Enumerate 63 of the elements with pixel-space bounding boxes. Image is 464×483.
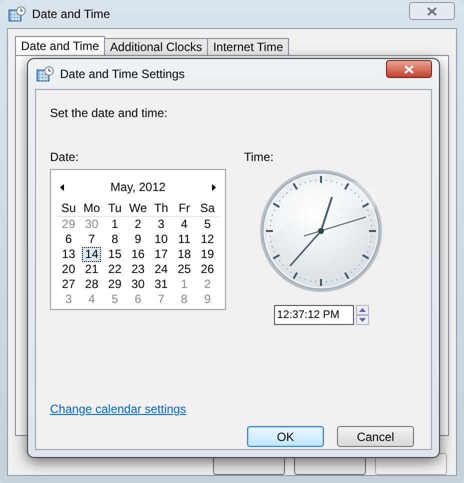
calendar-day[interactable]: 17 [150,247,172,262]
calendar-day[interactable]: 16 [127,247,149,262]
spin-down-button[interactable] [356,315,369,325]
time-field[interactable]: 12:37:12 PM [274,305,354,325]
calendar-day[interactable]: 21 [81,262,102,277]
calendar-day[interactable]: 8 [108,232,122,247]
calendar-day[interactable]: 5 [200,217,215,232]
calendar-day[interactable]: 28 [81,277,102,292]
calendar-day[interactable]: 27 [58,277,80,292]
calendar-clock-icon [8,6,26,22]
calendar-day[interactable]: 9 [130,232,146,247]
calendar-day[interactable]: 23 [127,262,149,277]
weekday-header: Su [60,201,77,216]
weekday-header: Tu [107,201,123,216]
calendar-day[interactable]: 1 [108,217,122,232]
calendar-day[interactable]: 20 [58,262,80,277]
weekday-header: We [128,201,148,216]
calendar-day[interactable]: 24 [150,262,172,277]
close-icon [404,64,414,74]
calendar-day[interactable]: 10 [150,232,172,247]
calendar-day[interactable]: 4 [176,217,192,232]
weekday-header: Sa [199,201,216,216]
calendar-day[interactable]: 19 [196,247,218,262]
calendar-day[interactable]: 3 [154,217,168,232]
calendar-day[interactable]: 22 [104,262,126,277]
spin-up-button[interactable] [356,305,369,315]
tab[interactable]: Date and Time [15,36,106,55]
weekday-header: Mo [82,201,102,216]
left-arrow-icon [60,184,64,190]
calendar-day[interactable]: 15 [104,247,126,262]
tab[interactable]: Additional Clocks [105,38,208,55]
weekday-header: Fr [178,201,191,216]
calendar-day[interactable]: 29 [104,277,126,292]
calendar-day[interactable]: 18 [174,247,195,262]
calendar-day[interactable]: 7 [84,232,100,247]
close-button[interactable] [386,60,432,78]
tab[interactable]: Internet Time [208,38,290,55]
month-header[interactable]: May, 2012 [110,178,166,196]
calendar-day[interactable]: 30 [127,277,149,292]
right-arrow-icon [212,184,216,190]
calendar-day[interactable]: 2 [130,217,146,232]
calendar-clock-icon [36,66,54,82]
dialog-title: Date and Time Settings [60,66,185,83]
down-arrow-icon [359,318,366,322]
close-icon [427,6,437,16]
up-arrow-icon [359,308,366,312]
calendar-day[interactable]: 26 [196,262,218,277]
calendar-day[interactable]: 11 [174,232,194,247]
calendar-day[interactable]: 13 [58,247,80,262]
instruction-text: Set the date and time: [50,105,168,122]
date-label: Date: [50,149,80,166]
time-label: Time: [244,149,275,166]
cancel-button[interactable]: Cancel [337,426,414,447]
calendar-day[interactable]: 12 [196,232,218,247]
calendar[interactable]: May, 2012 Su Mo Tu We Th Fr Sa 29 30 1 2 3 4 5 6 7 8 9 10 11 12 13 14 15 16 17 18 19 20 21 22 23 24 25 26 27 28 29 30 31 1 2 3 4 5 6 7 8 9 [50,169,226,310]
calendar-day[interactable]: 25 [174,262,195,277]
calendar-day[interactable]: 31 [150,277,172,292]
calendar-day[interactable]: 6 [61,232,76,247]
calendar-settings-link[interactable]: Change calendar settings [50,402,186,416]
window-title: Date and Time [32,6,110,23]
ok-button[interactable]: OK [247,426,324,447]
weekday-header: Th [153,201,170,216]
calendar-day[interactable]: 14 [82,247,102,262]
